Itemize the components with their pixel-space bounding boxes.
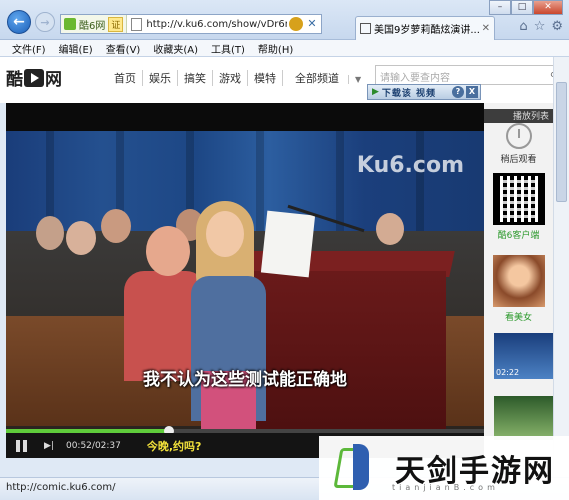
- nav-games[interactable]: 游戏: [212, 70, 247, 86]
- status-url: http://comic.ku6.com/: [6, 482, 116, 493]
- beauty-label: 看美女: [504, 313, 532, 323]
- nav-home[interactable]: 首页: [108, 70, 142, 86]
- playback-time: 00:52/02:37: [65, 440, 121, 451]
- back-arrow-icon: ←: [13, 14, 25, 30]
- scroll-thumb[interactable]: [556, 82, 567, 202]
- nav-all-channels[interactable]: 全部频道 ▼: [282, 70, 373, 86]
- menu-tools[interactable]: 工具(T): [211, 41, 245, 56]
- help-button[interactable]: ?: [452, 86, 464, 98]
- tab-close-icon[interactable]: ✕: [482, 23, 490, 34]
- download-video-bar[interactable]: ▶ 下载该 视频 ? X: [367, 84, 481, 100]
- address-bar[interactable]: 酷6网 证 http://v.ku6.com/show/vDr6mcEo0-jG…: [60, 14, 322, 34]
- compatibility-icon[interactable]: [289, 17, 303, 31]
- video-player[interactable]: Ku6.com 我不认为这些测试能正确地 ▶| 00:52/02:37 今晚,约…: [6, 103, 484, 458]
- video-subtitle: 我不认为这些测试能正确地: [143, 370, 347, 390]
- nav-models[interactable]: 模特: [247, 70, 282, 86]
- pause-icon: [16, 439, 20, 452]
- page-icon: [131, 17, 143, 31]
- home-icon[interactable]: ⌂: [519, 19, 527, 34]
- page-scrollbar[interactable]: [553, 57, 569, 477]
- search-placeholder: 请输入要查内容: [380, 73, 450, 84]
- forward-button[interactable]: →: [35, 12, 55, 32]
- clock-icon: [505, 123, 532, 149]
- tab-title: 美国9岁萝莉酷炫演讲...: [374, 25, 479, 36]
- site-favicon: [64, 18, 76, 30]
- menu-file[interactable]: 文件(F): [12, 41, 46, 56]
- watch-later-label: 稍后观看: [500, 155, 537, 165]
- watch-later-item[interactable]: 稍后观看: [484, 123, 553, 165]
- browser-titlebar: ← → 酷6网 证 http://v.ku6.com/show/vDr6mcEo…: [0, 0, 569, 40]
- site-header: 酷网 首页 娱乐 搞笑 游戏 模特 全部频道▼ 请输入要查内容 ⊂: [0, 57, 569, 103]
- next-button[interactable]: ▶|: [44, 441, 54, 451]
- browser-tab[interactable]: 美国9岁萝莉酷炫演讲... ✕: [355, 16, 495, 40]
- site-identity[interactable]: 酷6网 证: [61, 15, 128, 33]
- favorites-icon[interactable]: ☆: [534, 19, 546, 34]
- playlist-header[interactable]: 播放列表: [484, 109, 553, 123]
- close-download-bar-button[interactable]: X: [466, 86, 478, 98]
- window-controls: – □ ✕: [489, 0, 563, 15]
- url-text[interactable]: http://v.ku6.com/show/vDr6mcEo0-jG: [146, 19, 287, 30]
- thumb-duration: 02:22: [496, 368, 520, 377]
- qr-code-icon: [492, 173, 545, 225]
- search-input[interactable]: 请输入要查内容 ⊂: [375, 65, 564, 85]
- related-video-thumb[interactable]: 02:22: [494, 333, 553, 379]
- close-window-button[interactable]: ✕: [533, 0, 563, 15]
- play-icon: ▶: [372, 87, 379, 97]
- client-download-item[interactable]: 酷6客户端: [484, 173, 553, 241]
- site-nav: 首页 娱乐 搞笑 游戏 模特 全部频道 ▼: [108, 70, 373, 86]
- browser-tools: ⌂ ☆ ⚙: [519, 19, 563, 34]
- brand-domain: tianjianB.com: [392, 483, 499, 492]
- pause-button[interactable]: [16, 439, 30, 452]
- client-label: 酷6客户端: [497, 231, 540, 241]
- logo-play-icon: [24, 68, 44, 87]
- thumbnail-image: [492, 255, 545, 307]
- refresh-icon[interactable]: ✕: [305, 17, 319, 31]
- site-name: 酷6网: [79, 20, 106, 32]
- brand-logo-icon: [331, 442, 381, 494]
- minimize-button[interactable]: –: [489, 0, 511, 15]
- right-sidebar: 播放列表 稍后观看 酷6客户端 看美女 02:22: [484, 103, 553, 458]
- download-label[interactable]: 下载该 视频: [382, 86, 452, 99]
- video-watermark: Ku6.com: [356, 153, 464, 178]
- maximize-button[interactable]: □: [511, 0, 533, 15]
- menu-edit[interactable]: 编辑(E): [59, 41, 93, 56]
- tab-page-icon: [360, 23, 371, 34]
- nav-funny[interactable]: 搞笑: [177, 70, 212, 86]
- forward-arrow-icon: →: [40, 15, 50, 29]
- menu-favorites[interactable]: 收藏夹(A): [153, 41, 198, 56]
- promo-link[interactable]: 今晚,约吗?: [147, 438, 202, 454]
- nav-entertainment[interactable]: 娱乐: [142, 70, 177, 86]
- back-button[interactable]: ←: [7, 10, 31, 34]
- menu-bar: 文件(F) 编辑(E) 查看(V) 收藏夹(A) 工具(T) 帮助(H): [0, 40, 569, 57]
- related-video-thumb[interactable]: [494, 396, 553, 440]
- settings-icon[interactable]: ⚙: [551, 19, 563, 34]
- certificate-badge[interactable]: 证: [108, 16, 124, 32]
- chevron-down-icon: ▼: [348, 75, 368, 84]
- site-logo[interactable]: 酷网: [6, 65, 62, 90]
- menu-help[interactable]: 帮助(H): [258, 41, 293, 56]
- beauty-item[interactable]: 看美女: [484, 255, 553, 323]
- menu-view[interactable]: 查看(V): [106, 41, 141, 56]
